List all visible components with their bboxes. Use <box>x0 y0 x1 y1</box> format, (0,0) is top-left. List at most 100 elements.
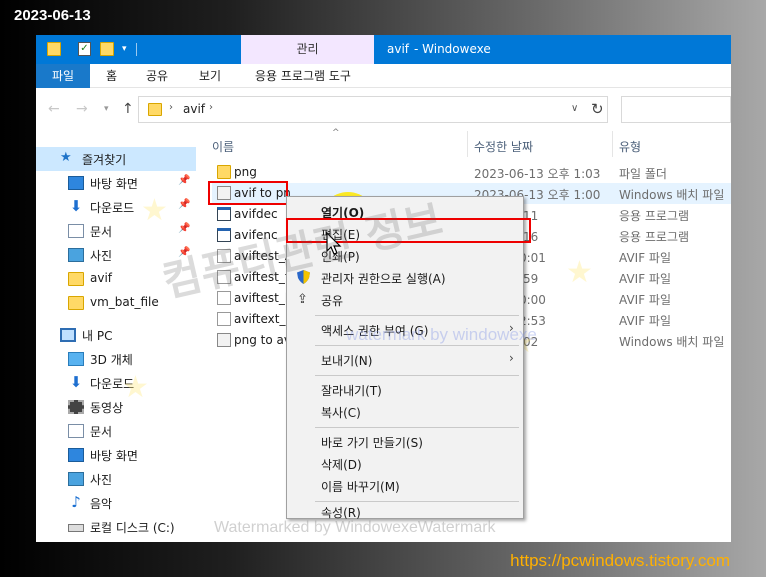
chevron-down-icon[interactable]: ∨ <box>571 103 578 114</box>
sidebar-item-documents[interactable]: 문서 📌 <box>36 219 196 243</box>
menu-item-create-shortcut[interactable]: 바로 가기 만들기(S) <box>287 431 523 453</box>
file-type: 파일 폴더 <box>619 167 667 181</box>
sidebar-item-pc-pictures[interactable]: 사진 <box>36 467 196 491</box>
sidebar-item-pc-downloads[interactable]: ⬇ 다운로드 <box>36 371 196 395</box>
document-icon <box>68 424 84 438</box>
sidebar-item-3d-objects[interactable]: 3D 개체 <box>36 347 196 371</box>
column-divider[interactable] <box>467 131 468 157</box>
menu-item-cut[interactable]: 잘라내기(T) <box>287 379 523 401</box>
star-decoration-icon: ★ <box>566 255 593 290</box>
sidebar-item-label: 로컬 디스크 (C:) <box>90 521 175 535</box>
column-name[interactable]: 이름 <box>212 138 234 155</box>
file-type: Windows 배치 파일 <box>619 188 725 202</box>
folder-icon <box>47 42 61 56</box>
file-type: 응용 프로그램 <box>619 230 690 244</box>
sidebar-item-desktop[interactable]: 바탕 화면 📌 <box>36 171 196 195</box>
pictures-icon <box>68 472 84 486</box>
pin-icon[interactable]: 📌 <box>178 223 190 234</box>
column-header: ^ 이름 수정한 날짜 유형 <box>212 128 731 157</box>
site-url-caption: https://pcwindows.tistory.com <box>510 551 730 570</box>
explorer-window: ✓ ▾ 관리 avif - Windowexe 파일 홈 공유 보기 응용 프로… <box>36 35 731 542</box>
file-date: 2023-06-13 오후 1:03 <box>474 167 601 181</box>
window-title-app: - Windowexe <box>414 42 491 56</box>
menu-item-properties[interactable]: 속성(R) <box>287 497 523 520</box>
folder-icon <box>148 103 162 116</box>
file-type: Windows 배치 파일 <box>619 335 725 349</box>
sort-caret-icon: ^ <box>332 128 340 138</box>
menu-item-rename[interactable]: 이름 바꾸기(M) <box>287 475 523 497</box>
menu-item-label: 보내기(N) <box>321 354 373 368</box>
exe-icon <box>217 207 231 221</box>
breadcrumb[interactable]: avif <box>183 102 205 116</box>
column-divider[interactable] <box>612 131 613 157</box>
sidebar-item-pc-documents[interactable]: 문서 <box>36 419 196 443</box>
tab-view[interactable]: 보기 <box>199 64 221 88</box>
back-arrow-icon[interactable]: ← <box>48 101 60 117</box>
sidebar-item-downloads[interactable]: ⬇ 다운로드 📌 <box>36 195 196 219</box>
pc-icon <box>60 328 76 342</box>
pin-icon[interactable]: 📌 <box>178 199 190 210</box>
tab-file[interactable]: 파일 <box>36 64 90 88</box>
sidebar-item-label: avif <box>90 271 113 285</box>
menu-item-copy[interactable]: 복사(C) <box>287 401 523 423</box>
window-title-folder: avif <box>387 42 410 56</box>
chevron-right-icon[interactable]: › <box>209 102 213 113</box>
column-type[interactable]: 유형 <box>619 138 641 155</box>
forward-arrow-icon[interactable]: → <box>76 101 88 117</box>
menu-separator <box>315 427 519 428</box>
up-arrow-icon[interactable]: ↑ <box>122 101 134 117</box>
sidebar-item-label: 내 PC <box>82 329 113 343</box>
menu-item-label: 관리자 권한으로 실행(A) <box>321 272 446 286</box>
new-folder-icon[interactable] <box>100 42 114 56</box>
menu-separator <box>315 315 519 316</box>
pin-icon[interactable]: 📌 <box>178 175 190 186</box>
refresh-icon[interactable]: ↻ <box>591 100 604 118</box>
search-input[interactable] <box>621 96 731 123</box>
sidebar-item-music[interactable]: ♪ 음악 <box>36 491 196 515</box>
menu-separator <box>315 345 519 346</box>
menu-separator <box>315 375 519 376</box>
chevron-right-icon[interactable]: › <box>169 102 173 113</box>
manage-tab[interactable]: 관리 <box>241 35 374 64</box>
sidebar-item-favorites[interactable]: ★ 즐겨찾기 <box>36 147 196 171</box>
file-type: AVIF 파일 <box>619 251 671 265</box>
table-row[interactable]: png 2023-06-13 오후 1:03 파일 폴더 <box>212 162 731 183</box>
file-icon <box>217 312 231 326</box>
folder-icon <box>217 165 231 179</box>
file-type: AVIF 파일 <box>619 272 671 286</box>
sidebar-item-videos[interactable]: 동영상 <box>36 395 196 419</box>
properties-check-icon[interactable]: ✓ <box>78 42 91 56</box>
batch-file-icon <box>217 333 231 347</box>
submenu-arrow-icon: › <box>509 351 514 365</box>
watermark-bottom: Watermarked by WindowexeWatermark <box>214 519 496 536</box>
watermark-blue: watermark by windowexe <box>346 325 537 344</box>
sidebar-item-label: 문서 <box>90 225 113 239</box>
menu-item-delete[interactable]: 삭제(D) <box>287 453 523 475</box>
file-name: aviftext_k <box>234 312 293 326</box>
tab-app-tools[interactable]: 응용 프로그램 도구 <box>255 64 351 88</box>
recent-dropdown-icon[interactable]: ▾ <box>104 104 109 114</box>
sidebar-item-label: 문서 <box>90 425 113 439</box>
file-type: AVIF 파일 <box>619 293 671 307</box>
video-icon <box>68 400 84 414</box>
column-date[interactable]: 수정한 날짜 <box>474 138 533 155</box>
menu-item-label: 삭제(D) <box>321 458 362 472</box>
menu-item-send-to[interactable]: 보내기(N) › <box>287 349 523 371</box>
sidebar-item-pc-desktop[interactable]: 바탕 화면 <box>36 443 196 467</box>
menu-item-label: 공유 <box>321 294 344 308</box>
tab-share[interactable]: 공유 <box>146 64 168 88</box>
sidebar-item-label: 다운로드 <box>90 201 135 215</box>
file-name: avifdec <box>234 207 278 221</box>
folder-icon <box>68 296 84 310</box>
menu-item-share[interactable]: ⇪ 공유 <box>287 289 523 311</box>
download-icon: ⬇ <box>69 197 83 215</box>
tab-home[interactable]: 홈 <box>106 64 117 88</box>
address-bar[interactable]: › avif › ∨ ↻ <box>138 96 608 123</box>
sidebar-item-label: 바탕 화면 <box>90 449 138 463</box>
file-name: png <box>234 165 257 179</box>
file-highlight-box <box>208 181 288 205</box>
quick-access-dropdown-icon[interactable]: ▾ <box>122 44 127 54</box>
sidebar-item-local-disk[interactable]: 로컬 디스크 (C:) <box>36 515 196 539</box>
sidebar-item-this-pc[interactable]: 내 PC <box>36 323 196 347</box>
drive-icon <box>68 524 84 532</box>
